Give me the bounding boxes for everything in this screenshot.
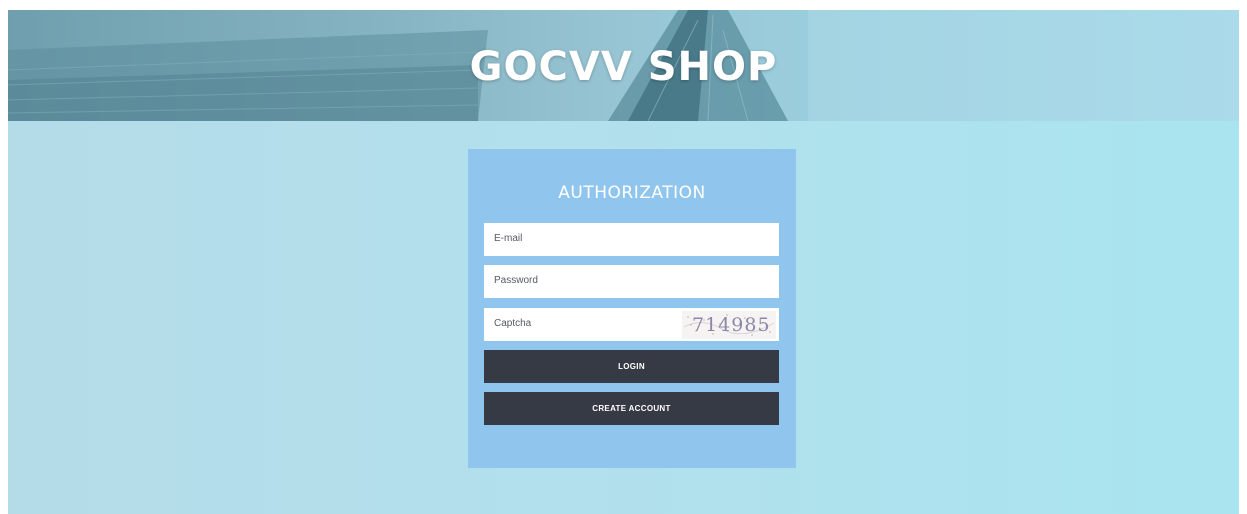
email-placeholder: E-mail — [494, 233, 523, 244]
panel-title: AUTHORIZATION — [558, 183, 706, 203]
header-banner: GOCVV SHOP — [8, 10, 1239, 121]
site-title: GOCVV SHOP — [469, 44, 778, 90]
page-frame: GOCVV SHOP AUTHORIZATION E-mail Password… — [8, 10, 1239, 514]
create-account-button[interactable]: CREATE ACCOUNT — [484, 392, 779, 425]
login-button[interactable]: LOGIN — [484, 350, 779, 383]
main-content: AUTHORIZATION E-mail Password Captcha 71… — [8, 121, 1239, 514]
captcha-image: 714985 — [682, 311, 776, 339]
password-placeholder: Password — [494, 275, 538, 286]
captcha-code: 714985 — [692, 314, 771, 336]
email-field[interactable]: E-mail — [484, 223, 779, 256]
password-field[interactable]: Password — [484, 265, 779, 298]
captcha-placeholder: Captcha — [494, 318, 532, 329]
authorization-panel: AUTHORIZATION E-mail Password Captcha 71… — [468, 149, 796, 468]
captcha-field[interactable]: Captcha 714985 — [484, 308, 779, 341]
